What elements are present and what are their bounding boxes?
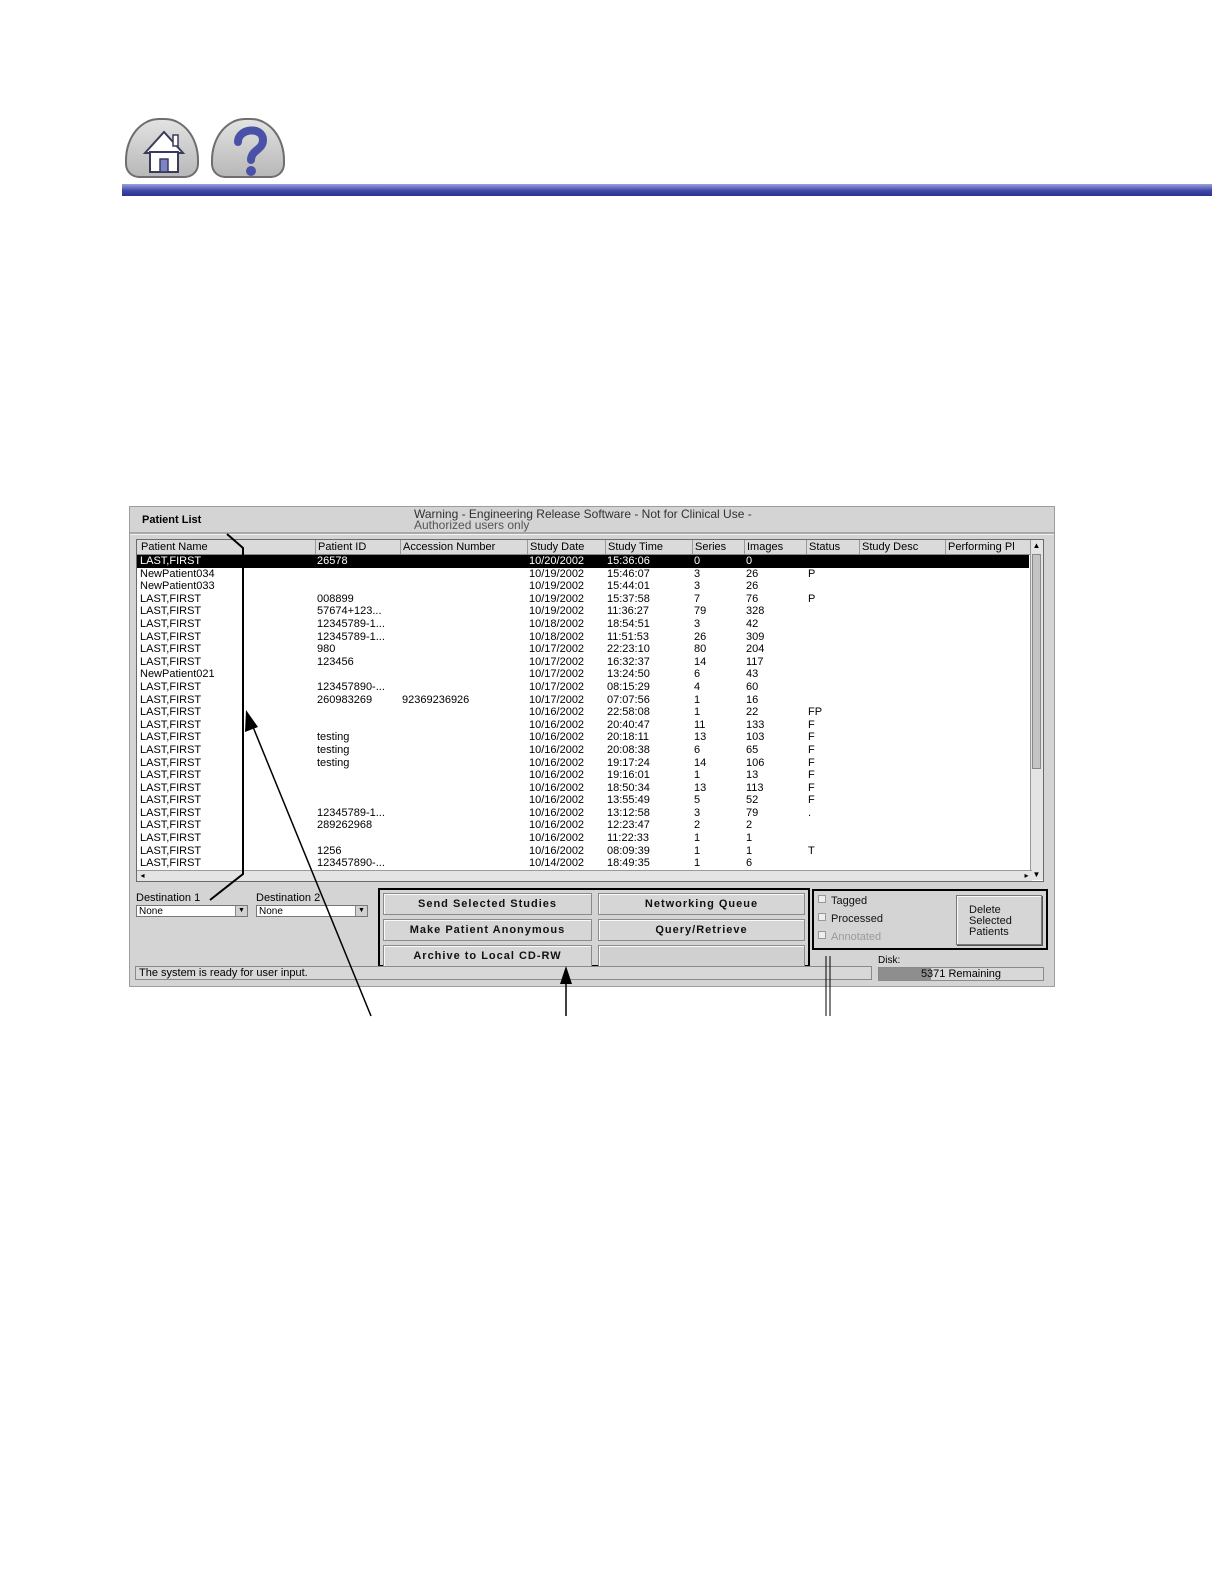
arrowhead-icon	[560, 966, 572, 984]
arrowhead-icon	[245, 710, 258, 732]
table-callout-arrow	[250, 721, 372, 1017]
table-callout-bracket	[209, 533, 244, 901]
callout-lines	[209, 533, 831, 1017]
